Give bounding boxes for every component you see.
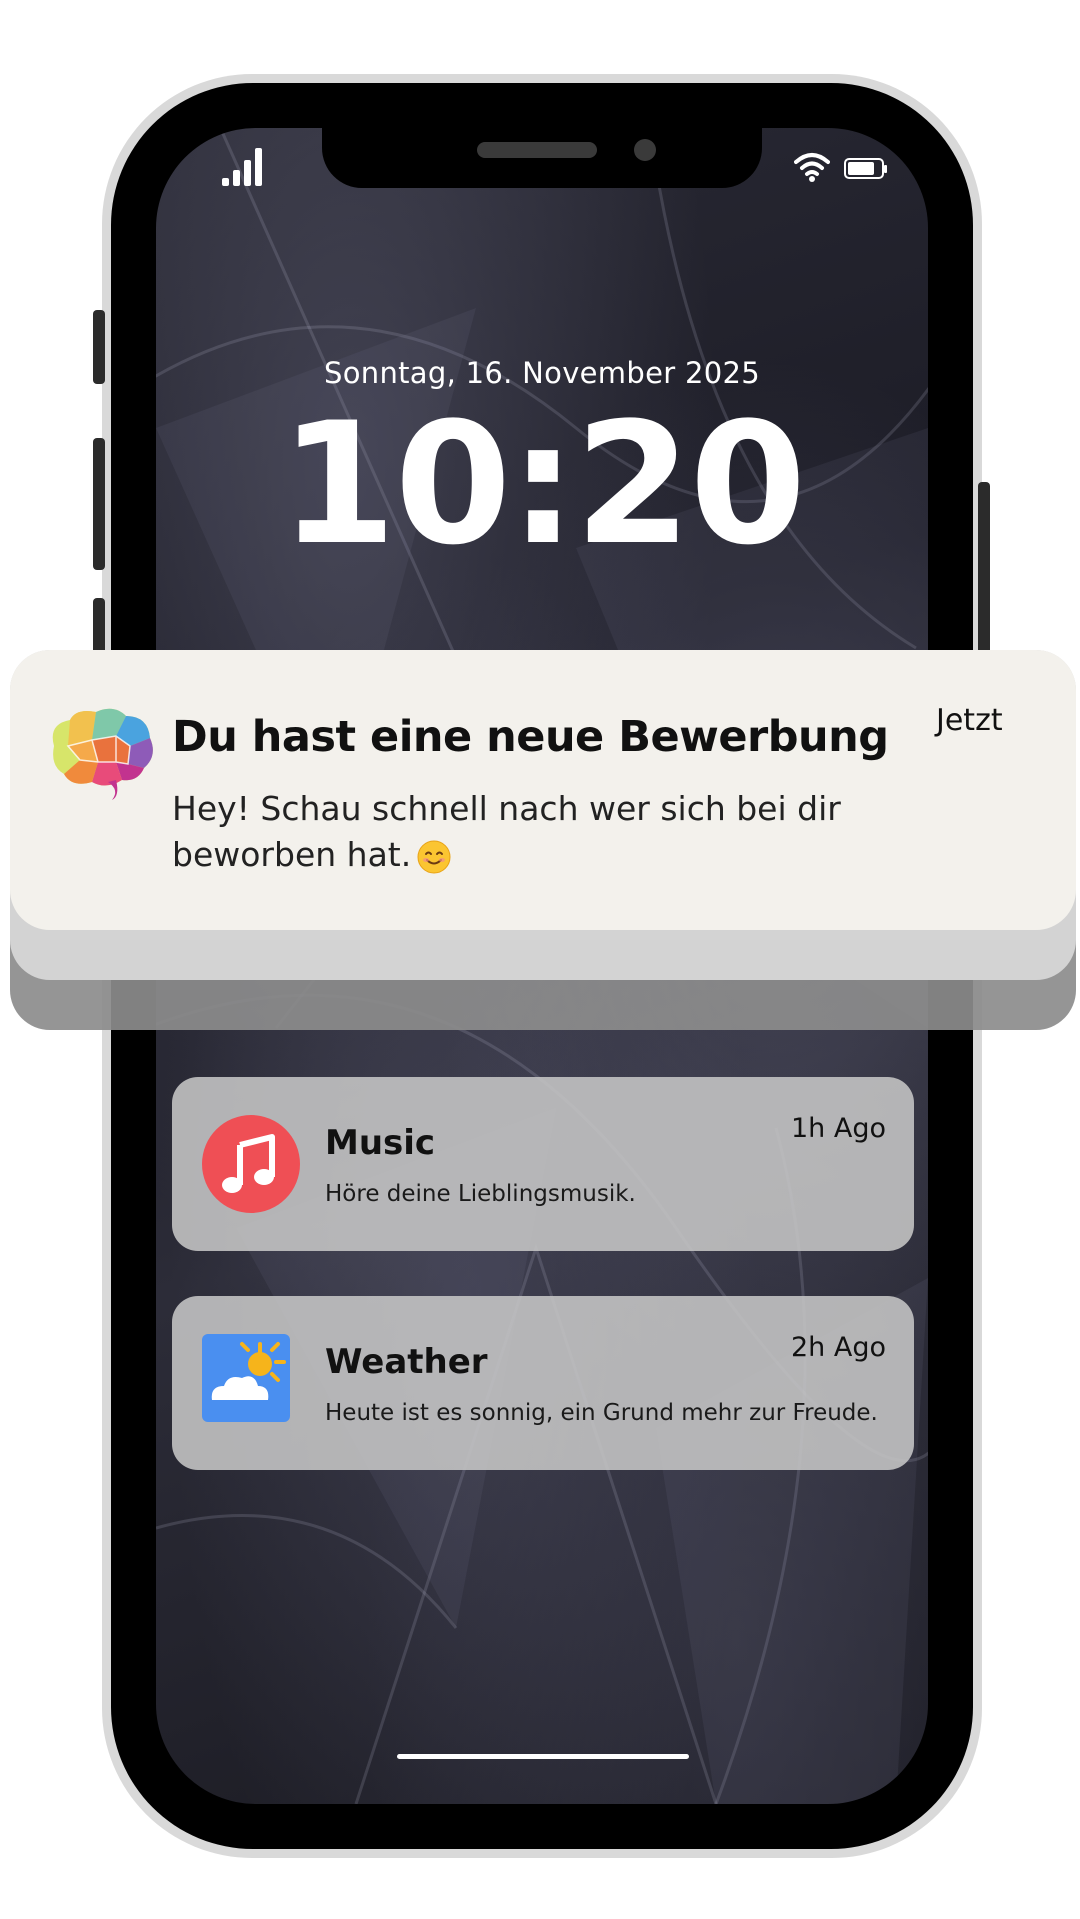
music-notification[interactable]: Music Höre deine Lieblingsmusik. 1h Ago [172, 1077, 914, 1251]
battery-icon [844, 158, 887, 179]
front-camera [634, 139, 656, 161]
music-note-icon [202, 1115, 300, 1213]
volume-down-button [93, 598, 105, 654]
music-message: Höre deine Lieblingsmusik. [325, 1181, 636, 1207]
silent-switch [93, 310, 105, 384]
weather-time: 2h Ago [790, 1332, 886, 1363]
notification-body-text: Hey! Schau schnell nach wer sich bei dir… [172, 789, 841, 874]
sun-cloud-icon [202, 1334, 290, 1422]
brain-logo-icon [52, 708, 153, 800]
stage: Sonntag, 16. November 2025 10:20 Du hast… [0, 0, 1080, 1919]
smiling-face-icon [417, 840, 451, 873]
notch [322, 128, 762, 188]
home-indicator[interactable] [397, 1754, 689, 1759]
wifi-icon [794, 153, 830, 182]
weather-app-name: Weather [325, 1342, 488, 1382]
notification-time: Jetzt [936, 703, 1003, 738]
weather-message: Heute ist es sonnig, ein Grund mehr zur … [325, 1400, 878, 1426]
notification-title: Du hast eine neue Bewerbung [172, 712, 889, 762]
cellular-signal-icon [222, 148, 262, 186]
lock-time: 10:20 [279, 386, 807, 582]
weather-notification[interactable]: Weather Heute ist es sonnig, ein Grund m… [172, 1296, 914, 1470]
power-button [978, 482, 990, 654]
speaker [477, 142, 597, 158]
volume-up-button [93, 438, 105, 570]
music-app-name: Music [325, 1123, 436, 1163]
notification-body: Hey! Schau schnell nach wer sich bei dir… [172, 786, 872, 878]
music-time: 1h Ago [790, 1113, 886, 1144]
lock-date: Sonntag, 16. November 2025 [324, 356, 760, 390]
